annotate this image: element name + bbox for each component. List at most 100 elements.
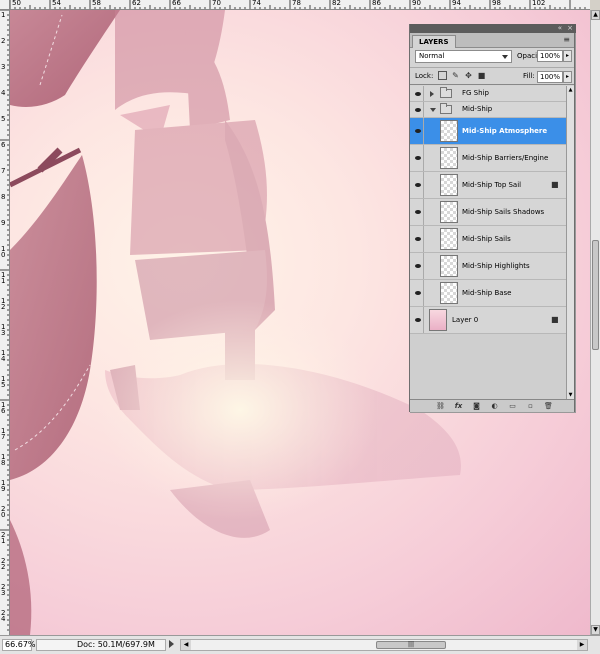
layer-row[interactable]: Mid-Ship Sails Shadows <box>410 199 566 226</box>
ruler-left-label: 17 <box>1 427 6 441</box>
layer-name: Mid-Ship Atmosphere <box>462 127 548 135</box>
layer-scroll-down-icon[interactable]: ▼ <box>567 391 574 399</box>
layers-panel: « × LAYERS ≡ Normal Opacity: 100% ▸ Lock… <box>409 24 576 412</box>
layer-name: Mid-Ship Top Sail <box>462 181 522 189</box>
eye-icon[interactable] <box>412 145 424 171</box>
lock-icon: ■ <box>551 315 559 324</box>
layer-group-row[interactable]: FG Ship <box>410 86 566 102</box>
eye-icon[interactable] <box>412 118 424 144</box>
layer-thumbnail[interactable] <box>440 147 458 169</box>
ruler-left-label: 13 <box>1 323 6 337</box>
ruler-top-label: 94 <box>452 0 461 7</box>
layer-name: Mid-Ship Barriers/Engine <box>462 154 549 162</box>
ruler-left-label: 20 <box>1 505 6 519</box>
ruler-left-label: 6 <box>1 141 6 149</box>
tab-layers[interactable]: LAYERS <box>412 35 456 48</box>
eye-icon[interactable] <box>412 253 424 279</box>
delete-layer-icon[interactable]: 🗑 <box>544 402 553 410</box>
eye-icon[interactable] <box>412 86 424 101</box>
layer-row[interactable]: Mid-Ship Barriers/Engine <box>410 145 566 172</box>
lock-image-pixels-icon[interactable]: ✎ <box>451 71 460 80</box>
ruler-top-label: 66 <box>172 0 181 7</box>
layer-name: Mid-Ship Base <box>462 289 512 297</box>
canvas-horizontal-scrollbar[interactable]: ◀ ||| ▶ <box>180 639 588 651</box>
ruler-top-label: 54 <box>52 0 61 7</box>
layer-list-scrollbar[interactable]: ▲ ▼ <box>566 86 574 399</box>
new-group-icon[interactable]: ▭ <box>508 402 517 410</box>
ruler-left-label: 2 <box>1 37 6 45</box>
ruler-top-label: 58 <box>92 0 101 7</box>
eye-icon[interactable] <box>412 226 424 252</box>
ruler-left-label: 14 <box>1 349 6 363</box>
ruler-top[interactable]: 50 54 58 62 66 70 74 78 82 86 90 94 98 102 <box>10 0 590 10</box>
layer-thumbnail[interactable] <box>440 255 458 277</box>
layer-row[interactable]: Mid-Ship Top Sail ■ <box>410 172 566 199</box>
ruler-top-label: 74 <box>252 0 261 7</box>
layer-thumbnail[interactable] <box>440 174 458 196</box>
eye-icon[interactable] <box>412 172 424 198</box>
layer-thumbnail[interactable] <box>440 120 458 142</box>
layer-row[interactable]: Mid-Ship Highlights <box>410 253 566 280</box>
new-layer-icon[interactable]: ▫ <box>526 402 535 410</box>
layer-row[interactable]: Layer 0 ■ <box>410 307 566 334</box>
ruler-left-label: 21 <box>1 531 6 545</box>
layer-thumbnail[interactable] <box>440 282 458 304</box>
blend-mode-select[interactable]: Normal <box>415 50 512 63</box>
ruler-top-label: 62 <box>132 0 141 7</box>
layer-thumbnail[interactable] <box>429 309 447 331</box>
ruler-top-label: 102 <box>532 0 546 7</box>
zoom-level-field[interactable]: 66.67% <box>2 639 36 651</box>
status-menu-arrow-icon[interactable] <box>169 640 174 648</box>
scroll-right-arrow-icon[interactable]: ▶ <box>577 640 587 650</box>
scroll-left-arrow-icon[interactable]: ◀ <box>181 640 191 650</box>
layer-mask-icon[interactable]: ◙ <box>472 402 481 410</box>
scroll-up-arrow-icon[interactable]: ▲ <box>591 10 600 20</box>
ruler-left-label: 4 <box>1 89 6 97</box>
ruler-left[interactable]: 1 2 3 4 5 6 7 8 9 10 11 12 13 14 15 16 17 18 19 20 21 22 23 24 <box>0 10 10 635</box>
layer-row[interactable]: Mid-Ship Atmosphere <box>410 118 566 145</box>
adjustment-layer-icon[interactable]: ◐ <box>490 402 499 410</box>
document-size-info: Doc: 50.1M/697.9M <box>36 639 166 651</box>
ruler-left-label: 16 <box>1 401 6 415</box>
chevron-down-icon[interactable] <box>430 108 436 112</box>
panel-footer: ⛓ fx ◙ ◐ ▭ ▫ 🗑 <box>410 399 574 412</box>
canvas-vertical-scrollbar[interactable]: ▲ ▼ <box>590 10 600 635</box>
ruler-top-label: 86 <box>372 0 381 7</box>
eye-icon[interactable] <box>412 280 424 306</box>
layer-scroll-up-icon[interactable]: ▲ <box>567 86 574 94</box>
ruler-left-label: 22 <box>1 557 6 571</box>
fill-input[interactable]: 100% <box>537 71 563 83</box>
layer-thumbnail[interactable] <box>440 228 458 250</box>
ruler-left-label: 11 <box>1 271 6 285</box>
opacity-slider-arrow-icon[interactable]: ▸ <box>563 50 572 62</box>
panel-menu-icon[interactable]: ≡ <box>563 36 570 44</box>
opacity-input[interactable]: 100% <box>537 50 563 62</box>
chevron-right-icon[interactable] <box>430 91 434 97</box>
fx-icon[interactable]: fx <box>454 402 463 410</box>
vertical-scroll-thumb[interactable] <box>592 240 599 350</box>
ruler-left-label: 18 <box>1 453 6 467</box>
layer-row[interactable]: Mid-Ship Base <box>410 280 566 307</box>
eye-icon[interactable] <box>412 199 424 225</box>
lock-transparent-pixels-icon[interactable] <box>438 71 447 80</box>
fill-label: Fill: <box>523 72 535 80</box>
ruler-corner[interactable] <box>0 0 10 10</box>
fill-slider-arrow-icon[interactable]: ▸ <box>563 71 572 83</box>
ruler-top-label: 78 <box>292 0 301 7</box>
lock-all-icon[interactable]: ■ <box>477 71 486 80</box>
ruler-left-label: 8 <box>1 193 6 201</box>
lock-position-icon[interactable]: ✥ <box>464 71 473 80</box>
eye-icon[interactable] <box>412 102 424 117</box>
panel-title-bar[interactable]: « × <box>410 24 576 33</box>
ruler-left-label: 15 <box>1 375 6 389</box>
collapse-panel-icon[interactable]: « <box>558 24 562 32</box>
layer-row[interactable]: Mid-Ship Sails <box>410 226 566 253</box>
eye-icon[interactable] <box>412 307 424 333</box>
close-panel-icon[interactable]: × <box>567 24 573 32</box>
layer-thumbnail[interactable] <box>440 201 458 223</box>
horizontal-scroll-thumb[interactable]: ||| <box>376 641 446 649</box>
layer-name: Mid-Ship Sails Shadows <box>462 208 545 216</box>
layer-group-row[interactable]: Mid-Ship <box>410 102 566 118</box>
link-layers-icon[interactable]: ⛓ <box>436 402 445 410</box>
scroll-down-arrow-icon[interactable]: ▼ <box>591 625 600 635</box>
